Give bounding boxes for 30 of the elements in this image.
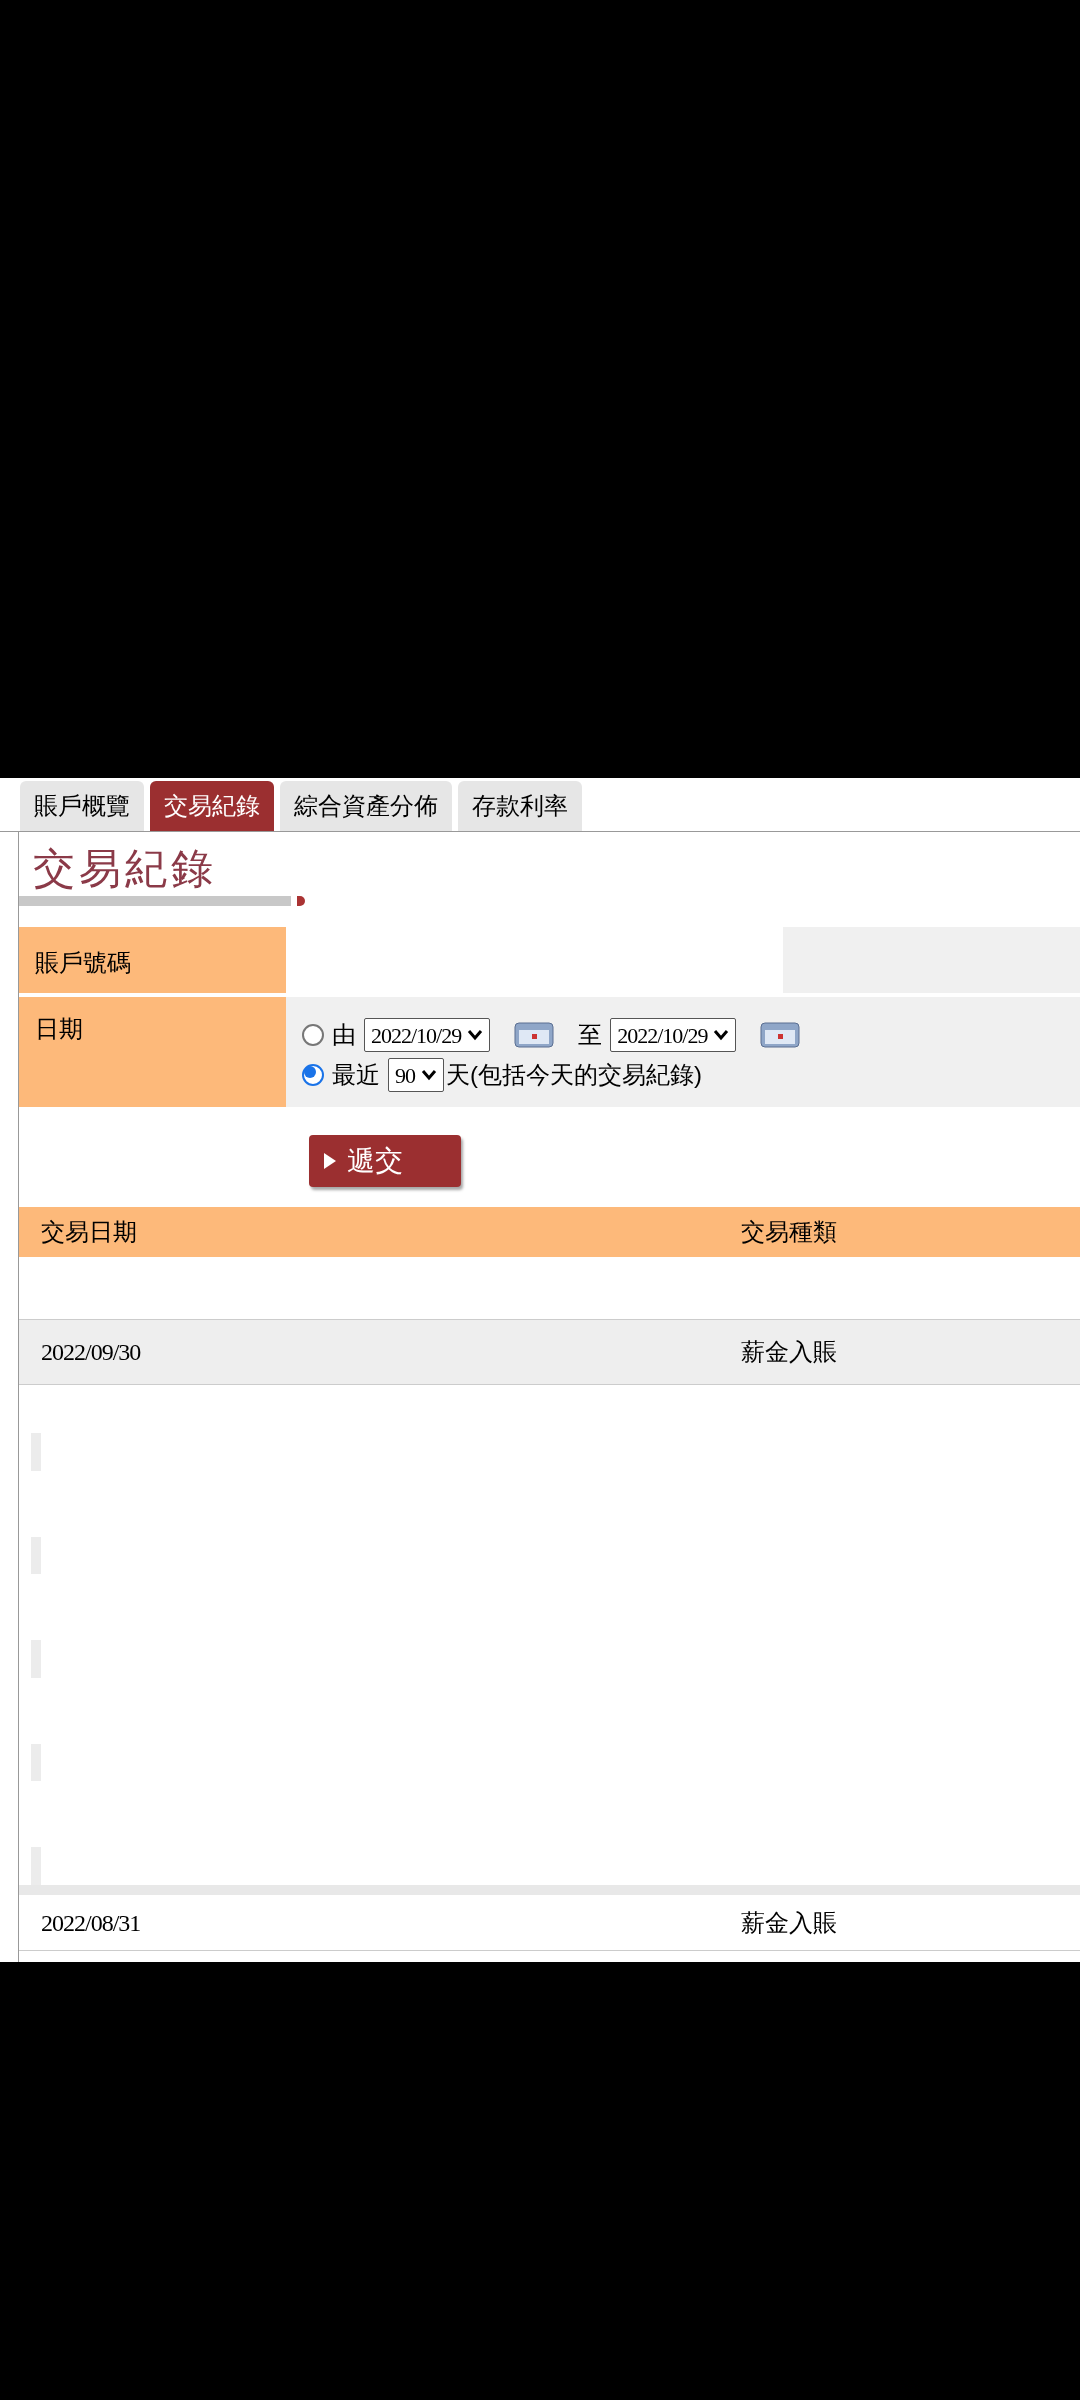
dropdown[interactable]: 2022/10/29 <box>364 1018 491 1052</box>
date-cell-text: 2022/09/30 <box>41 1338 142 1367</box>
calendar-icon[interactable] <box>514 1022 555 1048</box>
field-label: 賬戶號碼 <box>19 927 286 993</box>
play-icon <box>323 1152 337 1170</box>
radio-button[interactable] <box>302 1064 324 1086</box>
tab[interactable]: 交易紀錄 <box>150 781 274 831</box>
option-label: 由 <box>332 1020 356 1050</box>
submit-button[interactable]: 遞交 <box>309 1135 461 1187</box>
option-label: 天(包括今天的交易紀錄) <box>446 1060 702 1090</box>
tab[interactable]: 賬戶概覽 <box>20 781 144 831</box>
option-label: 最近 <box>332 1060 380 1090</box>
field-label: 日期 <box>19 997 286 1107</box>
type-cell-text: 薪金入賬 <box>741 1907 837 1938</box>
dropdown[interactable]: 2022/10/29 <box>610 1018 737 1052</box>
page-title: 交易紀錄 <box>33 845 217 894</box>
type-cell-text: 薪金入賬 <box>741 1337 837 1367</box>
chevron-down-icon <box>467 1029 484 1041</box>
table-row[interactable]: 2022/09/30 薪金入賬 <box>19 1320 1080 1385</box>
column-header: 交易種類 <box>741 1217 837 1247</box>
tab[interactable]: 綜合資產分佈 <box>280 781 452 831</box>
chevron-down-icon <box>713 1029 730 1041</box>
calendar-icon[interactable] <box>760 1022 801 1048</box>
radio-button[interactable] <box>302 1024 324 1046</box>
chevron-down-icon <box>421 1069 437 1081</box>
column-header: 交易日期 <box>41 1217 138 1247</box>
option-label: 至 <box>578 1020 603 1050</box>
date-cell-text: 2022/08/31 <box>41 1908 142 1938</box>
dropdown[interactable]: 90 <box>388 1058 444 1092</box>
tab[interactable]: 存款利率 <box>458 781 582 831</box>
